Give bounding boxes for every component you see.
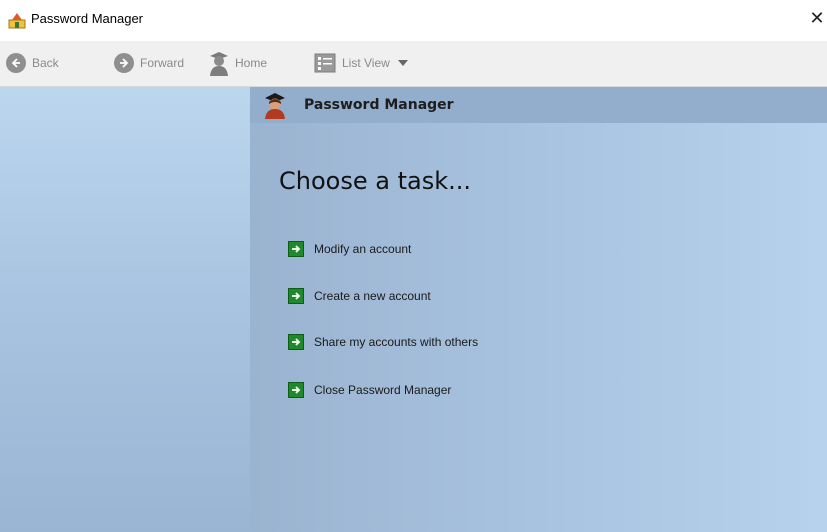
page-heading: Choose a task... bbox=[279, 167, 471, 195]
task-share-accounts[interactable]: Share my accounts with others bbox=[288, 333, 478, 351]
user-avatar-icon bbox=[265, 93, 285, 119]
forward-button[interactable]: Forward bbox=[114, 41, 184, 85]
forward-arrow-icon bbox=[114, 53, 134, 73]
arrow-right-icon bbox=[288, 288, 304, 304]
back-arrow-icon bbox=[6, 53, 26, 73]
task-label: Create a new account bbox=[314, 289, 431, 303]
toolbar: Back Forward Home List View bbox=[0, 41, 827, 87]
task-create-account[interactable]: Create a new account bbox=[288, 287, 431, 305]
list-view-icon bbox=[314, 53, 336, 73]
task-close-manager[interactable]: Close Password Manager bbox=[288, 381, 451, 399]
forward-label: Forward bbox=[140, 56, 185, 70]
list-view-label: List View bbox=[342, 56, 390, 70]
dropdown-arrow-icon[interactable] bbox=[397, 60, 408, 66]
home-person-icon bbox=[210, 52, 228, 76]
task-modify-account[interactable]: Modify an account bbox=[288, 240, 411, 258]
task-label: Close Password Manager bbox=[314, 383, 452, 397]
back-label: Back bbox=[32, 56, 59, 70]
back-button[interactable]: Back bbox=[6, 41, 59, 85]
home-label: Home bbox=[235, 56, 268, 70]
main-pane: Password Manager Choose a task... Modify… bbox=[250, 87, 827, 532]
arrow-right-icon bbox=[288, 241, 304, 257]
list-view-button[interactable]: List View bbox=[314, 41, 408, 85]
arrow-right-icon bbox=[288, 382, 304, 398]
title-bar: Password Manager ✕ bbox=[0, 0, 827, 41]
header-title: Password Manager bbox=[304, 97, 454, 113]
left-pane bbox=[0, 87, 250, 532]
task-label: Modify an account bbox=[314, 242, 412, 256]
close-icon[interactable]: ✕ bbox=[807, 8, 827, 30]
task-label: Share my accounts with others bbox=[314, 335, 479, 349]
arrow-right-icon bbox=[288, 334, 304, 350]
window-title: Password Manager bbox=[31, 11, 143, 26]
header-band: Password Manager bbox=[250, 87, 827, 123]
password-manager-app-icon bbox=[8, 13, 26, 29]
home-button[interactable]: Home bbox=[206, 41, 267, 85]
